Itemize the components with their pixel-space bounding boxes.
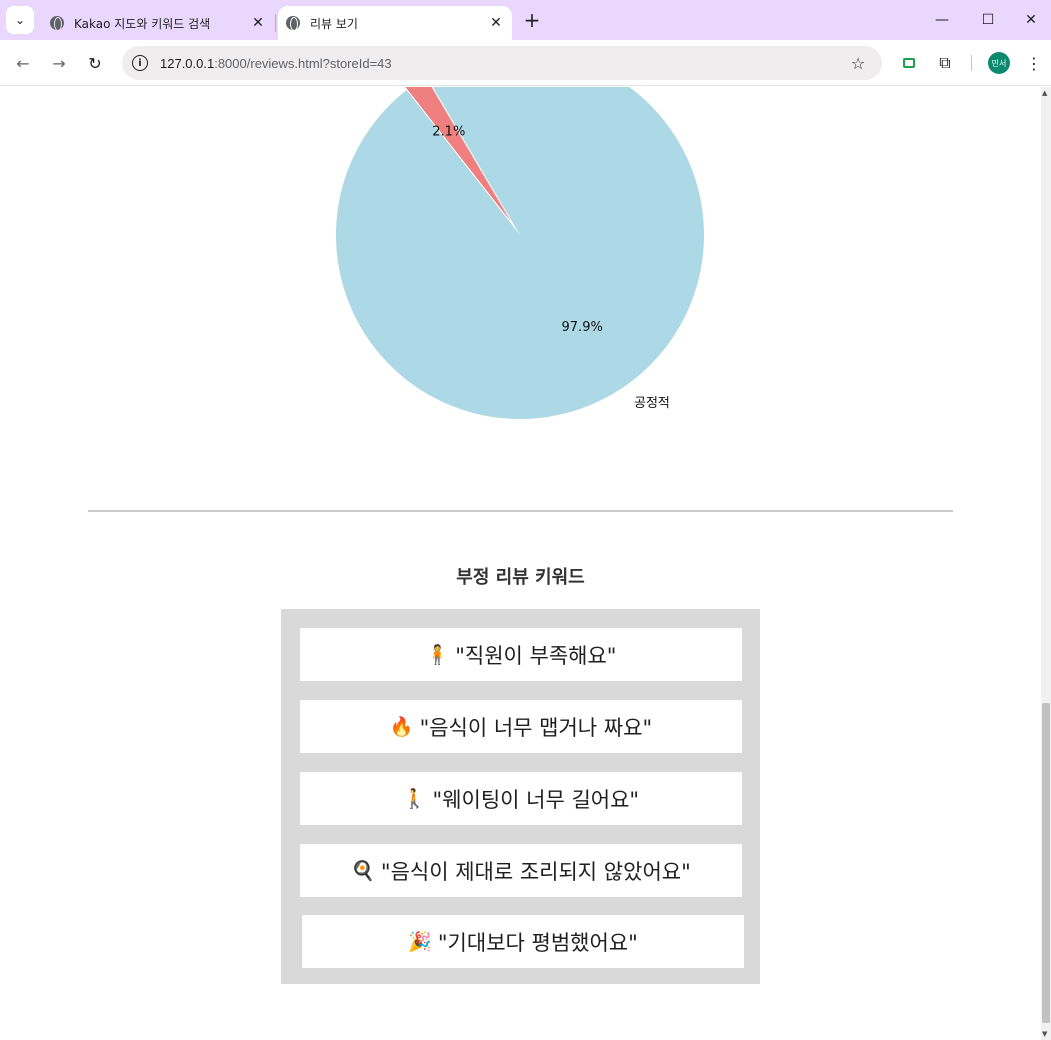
url-text[interactable]: 127.0.0.1:8000/reviews.html?storeId=43 [160,56,846,71]
info-icon[interactable]: i [132,55,148,71]
address-bar[interactable]: i 127.0.0.1:8000/reviews.html?storeId=43… [122,46,882,80]
page-scrollbar[interactable]: ▲ ▼ [1041,87,1051,1040]
tab-kakao-map[interactable]: Kakao 지도와 키워드 검색 ✕ [42,6,274,40]
chevron-down-icon: ⌄ [14,13,26,27]
sentiment-pie-chart: 97.9% 공정적 2.1% [336,87,704,419]
profile-avatar[interactable]: 민서 [988,52,1010,74]
keyword-text: "웨이팅이 너무 길어요" [432,787,640,812]
negative-keywords-list: 🧍 "직원이 부족해요" 🔥 "음식이 너무 맵거나 짜요" 🚶 "웨이팅이 너… [281,609,760,984]
pie-pct-label: 97.9% [562,320,603,335]
keyword-item[interactable]: 🍳 "음식이 제대로 조리되지 않았어요" [300,844,742,897]
url-host: 127.0.0.1 [160,55,215,71]
tab-title: 리뷰 보기 [310,16,358,31]
person-standing-icon: 🧍 [425,644,450,666]
forward-button[interactable]: → [45,49,73,77]
more-menu-icon[interactable]: ⋮ [1024,52,1044,74]
scroll-up-icon[interactable]: ▲ [1042,89,1047,97]
minimize-button[interactable]: — [919,0,965,40]
keyword-item[interactable]: 🧍 "직원이 부족해요" [300,628,742,681]
party-popper-icon: 🎉 [408,931,432,953]
tab-separator [275,14,276,32]
screen-extension-icon[interactable] [898,52,920,74]
section-divider [88,510,953,512]
tab-title: Kakao 지도와 키워드 검색 [74,16,211,31]
new-tab-button[interactable]: + [520,8,544,32]
arrow-left-icon: ← [16,53,30,73]
back-button[interactable]: ← [9,49,37,77]
globe-icon [286,16,300,31]
arrow-right-icon: → [52,53,66,73]
fire-icon: 🔥 [389,716,414,738]
maximize-button[interactable]: ☐ [965,0,1011,40]
page-content: 97.9% 공정적 2.1% 부정 리뷰 키워드 🧍 "직원이 부족해요" 🔥 "음… [0,87,1041,1040]
person-walking-icon: 🚶 [402,788,427,810]
close-icon[interactable]: ✕ [248,13,268,33]
keyword-item[interactable]: 🎉 "기대보다 평범했어요" [302,915,744,968]
pie-slice [336,87,704,419]
keyword-text: "음식이 너무 맵거나 짜요" [419,715,653,740]
scroll-down-icon[interactable]: ▼ [1042,1030,1047,1038]
pie-category-label: 공정적 [634,396,670,411]
tab-search-button[interactable]: ⌄ [6,6,34,34]
url-path: :8000/reviews.html?storeId=43 [214,55,392,71]
browser-toolbar: ← → ↻ i 127.0.0.1:8000/reviews.html?stor… [0,40,1051,86]
window-close-button[interactable]: ✕ [1008,0,1051,40]
tab-reviews[interactable]: 리뷰 보기 ✕ [278,6,512,40]
frying-pan-icon: 🍳 [351,860,375,882]
browser-titlebar: ⌄ Kakao 지도와 키워드 검색 ✕ 리뷰 보기 ✕ + — ☐ ✕ [0,0,1051,40]
reload-button[interactable]: ↻ [81,49,109,77]
scrollbar-thumb[interactable] [1042,703,1050,1023]
close-icon[interactable]: ✕ [486,13,506,33]
toolbar-separator [971,55,972,71]
keyword-item[interactable]: 🚶 "웨이팅이 너무 길어요" [300,772,742,825]
keyword-text: "직원이 부족해요" [455,643,617,668]
pie-pct-label: 2.1% [432,125,465,140]
keyword-text: "음식이 제대로 조리되지 않았어요" [380,859,691,884]
keyword-item[interactable]: 🔥 "음식이 너무 맵거나 짜요" [300,700,742,753]
reload-icon: ↻ [88,53,102,73]
globe-icon [50,16,64,31]
keyword-text: "기대보다 평범했어요" [437,930,638,955]
extensions-puzzle-icon[interactable]: ⧉ [934,52,956,74]
bookmark-star-icon[interactable]: ☆ [846,54,870,73]
negative-keywords-title: 부정 리뷰 키워드 [456,567,585,588]
